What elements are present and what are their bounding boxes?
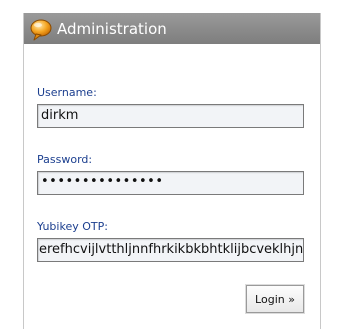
password-field[interactable]: •••••••••••••••	[37, 171, 304, 195]
login-button[interactable]: Login »	[246, 285, 304, 313]
panel-title: Administration	[57, 20, 167, 38]
password-label: Password:	[37, 153, 93, 166]
otp-field[interactable]: erefhcvijlvtthljnnfhrkikbkbhtklijbcveklh…	[37, 238, 304, 262]
panel-titlebar: Administration	[24, 13, 320, 44]
admin-login-panel: Administration Username: dirkm Password:…	[23, 13, 321, 329]
otp-label: Yubikey OTP:	[37, 220, 108, 233]
speech-bubble-icon	[29, 18, 53, 42]
username-label: Username:	[37, 86, 97, 99]
username-field[interactable]: dirkm	[37, 104, 304, 128]
